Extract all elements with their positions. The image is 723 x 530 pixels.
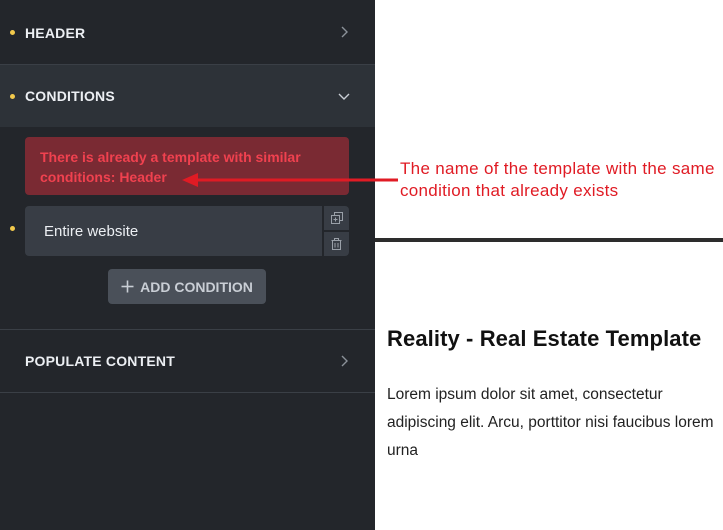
- section-title-conditions: CONDITIONS: [25, 88, 115, 104]
- annotation-note: The name of the template with the same c…: [400, 159, 715, 200]
- chevron-right-icon: [341, 26, 348, 38]
- template-settings-panel: HEADER CONDITIONS There is already a tem…: [0, 0, 375, 530]
- template-title: Reality - Real Estate Template: [387, 326, 702, 351]
- status-dot: [10, 94, 15, 99]
- trash-icon: [331, 238, 342, 250]
- delete-condition-button[interactable]: [324, 232, 349, 256]
- condition-status-dot: [10, 226, 15, 231]
- preview-divider: [375, 238, 723, 242]
- duplicate-condition-button[interactable]: [324, 206, 349, 230]
- status-dot: [10, 30, 15, 35]
- add-condition-label: ADD CONDITION: [140, 278, 253, 295]
- section-divider: [0, 392, 375, 393]
- plus-icon: [121, 280, 134, 293]
- chevron-right-icon: [341, 355, 348, 367]
- section-header-toggle[interactable]: HEADER: [0, 0, 375, 64]
- condition-value: Entire website: [44, 222, 139, 240]
- chevron-down-icon: [338, 93, 350, 100]
- annotation-arrow-icon: [182, 173, 398, 187]
- template-description: Lorem ipsum dolor sit amet, consectetur …: [387, 386, 714, 459]
- condition-select[interactable]: Entire website: [25, 206, 322, 256]
- section-conditions-toggle[interactable]: CONDITIONS: [0, 65, 375, 127]
- section-title-header: HEADER: [25, 25, 86, 41]
- add-condition-button[interactable]: ADD CONDITION: [108, 269, 266, 304]
- section-populate-content-toggle[interactable]: POPULATE CONTENT: [0, 330, 375, 392]
- section-title-populate-content: POPULATE CONTENT: [25, 353, 175, 369]
- copy-icon: [330, 212, 343, 224]
